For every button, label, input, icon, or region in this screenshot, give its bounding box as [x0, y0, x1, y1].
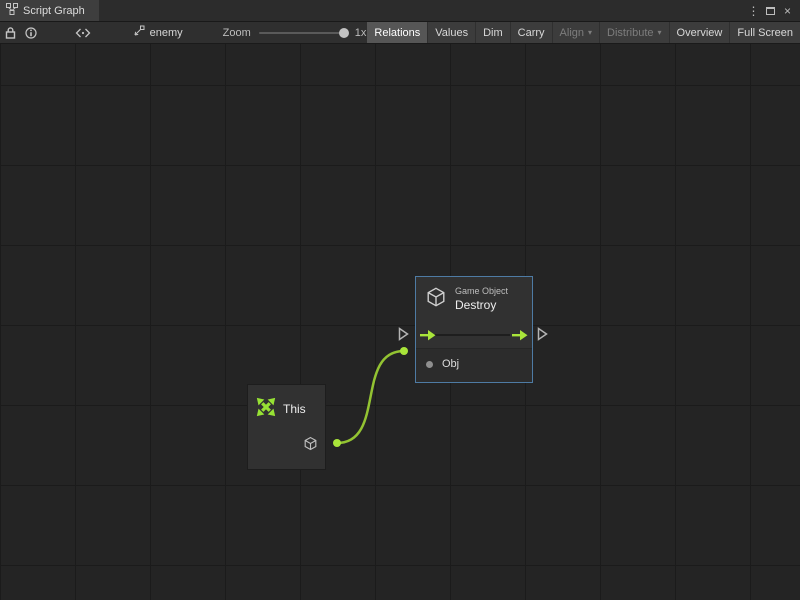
chevron-down-icon: ▾	[588, 28, 592, 37]
script-graph-icon	[6, 3, 18, 18]
game-object-cube-icon	[425, 286, 447, 313]
script-graph-window: Script Graph ⋮ ×	[0, 0, 800, 600]
info-icon[interactable]	[20, 22, 40, 43]
this-output-cube-icon[interactable]	[303, 436, 318, 456]
values-label: Values	[435, 27, 468, 39]
obj-port-label: Obj	[442, 358, 459, 370]
lock-icon[interactable]	[0, 22, 20, 43]
zoom-knob[interactable]	[339, 28, 349, 38]
this-output-port[interactable]	[333, 439, 341, 447]
dim-button[interactable]: Dim	[476, 22, 510, 43]
titlebar: Script Graph ⋮ ×	[0, 0, 800, 22]
obj-input-row: Obj	[416, 348, 532, 382]
carry-label: Carry	[518, 27, 545, 39]
overview-button[interactable]: Overview	[670, 22, 730, 43]
graph-name-indicator[interactable]: enemy	[132, 22, 183, 43]
flow-enter-arrow-icon[interactable]	[420, 329, 436, 341]
graph-toolbar: enemy Zoom 1x Relations Values Dim Carry	[0, 22, 800, 44]
node-title: Destroy	[455, 298, 508, 314]
this-icon	[256, 397, 276, 422]
zoom-label: Zoom	[223, 27, 251, 39]
carry-button[interactable]: Carry	[511, 22, 552, 43]
distribute-label: Distribute	[607, 27, 653, 39]
flow-input-port[interactable]	[398, 327, 409, 341]
connections-layer	[0, 44, 800, 600]
node-this-header: This	[248, 385, 325, 434]
graph-icon	[132, 25, 145, 41]
overview-label: Overview	[677, 27, 723, 39]
flow-row	[416, 322, 532, 348]
graph-name-label: enemy	[150, 27, 183, 39]
close-icon[interactable]: ×	[779, 0, 796, 21]
obj-input-port[interactable]	[426, 361, 433, 368]
tab-script-graph[interactable]: Script Graph	[0, 0, 99, 21]
flow-relation-line	[433, 334, 510, 336]
window-menu-icon[interactable]: ⋮	[745, 0, 762, 21]
connection-wire[interactable]	[337, 351, 404, 443]
dim-label: Dim	[483, 27, 503, 39]
values-button[interactable]: Values	[428, 22, 475, 43]
node-destroy-header: Game Object Destroy	[416, 277, 532, 322]
relations-label: Relations	[374, 27, 420, 39]
flow-exit-arrow-icon[interactable]	[512, 329, 528, 341]
fullscreen-button[interactable]: Full Screen	[730, 22, 800, 43]
insert-unit-icon[interactable]	[71, 22, 96, 43]
align-button[interactable]: Align ▾	[553, 22, 599, 43]
align-label: Align	[560, 27, 584, 39]
flow-output-port[interactable]	[537, 327, 548, 341]
node-this[interactable]: This	[247, 384, 326, 470]
node-category: Game Object	[455, 286, 508, 298]
zoom-control: Zoom 1x	[223, 22, 367, 43]
tab-title: Script Graph	[23, 5, 85, 17]
maximize-icon[interactable]	[762, 0, 779, 21]
maximize-glyph	[766, 7, 775, 15]
graph-canvas[interactable]: Game Object Destroy Obj	[0, 44, 800, 600]
zoom-slider[interactable]	[259, 32, 347, 34]
node-destroy[interactable]: Game Object Destroy Obj	[415, 276, 533, 383]
distribute-button[interactable]: Distribute ▾	[600, 22, 668, 43]
relations-button[interactable]: Relations	[367, 22, 427, 43]
wire-end-port[interactable]	[400, 347, 408, 355]
node-title: This	[283, 402, 306, 418]
toolbar-button-group: Relations Values Dim Carry Align ▾ Distr…	[366, 22, 800, 43]
zoom-value: 1x	[355, 27, 367, 39]
chevron-down-icon: ▾	[658, 28, 662, 37]
fullscreen-label: Full Screen	[737, 27, 793, 39]
window-controls: ⋮ ×	[745, 0, 800, 21]
